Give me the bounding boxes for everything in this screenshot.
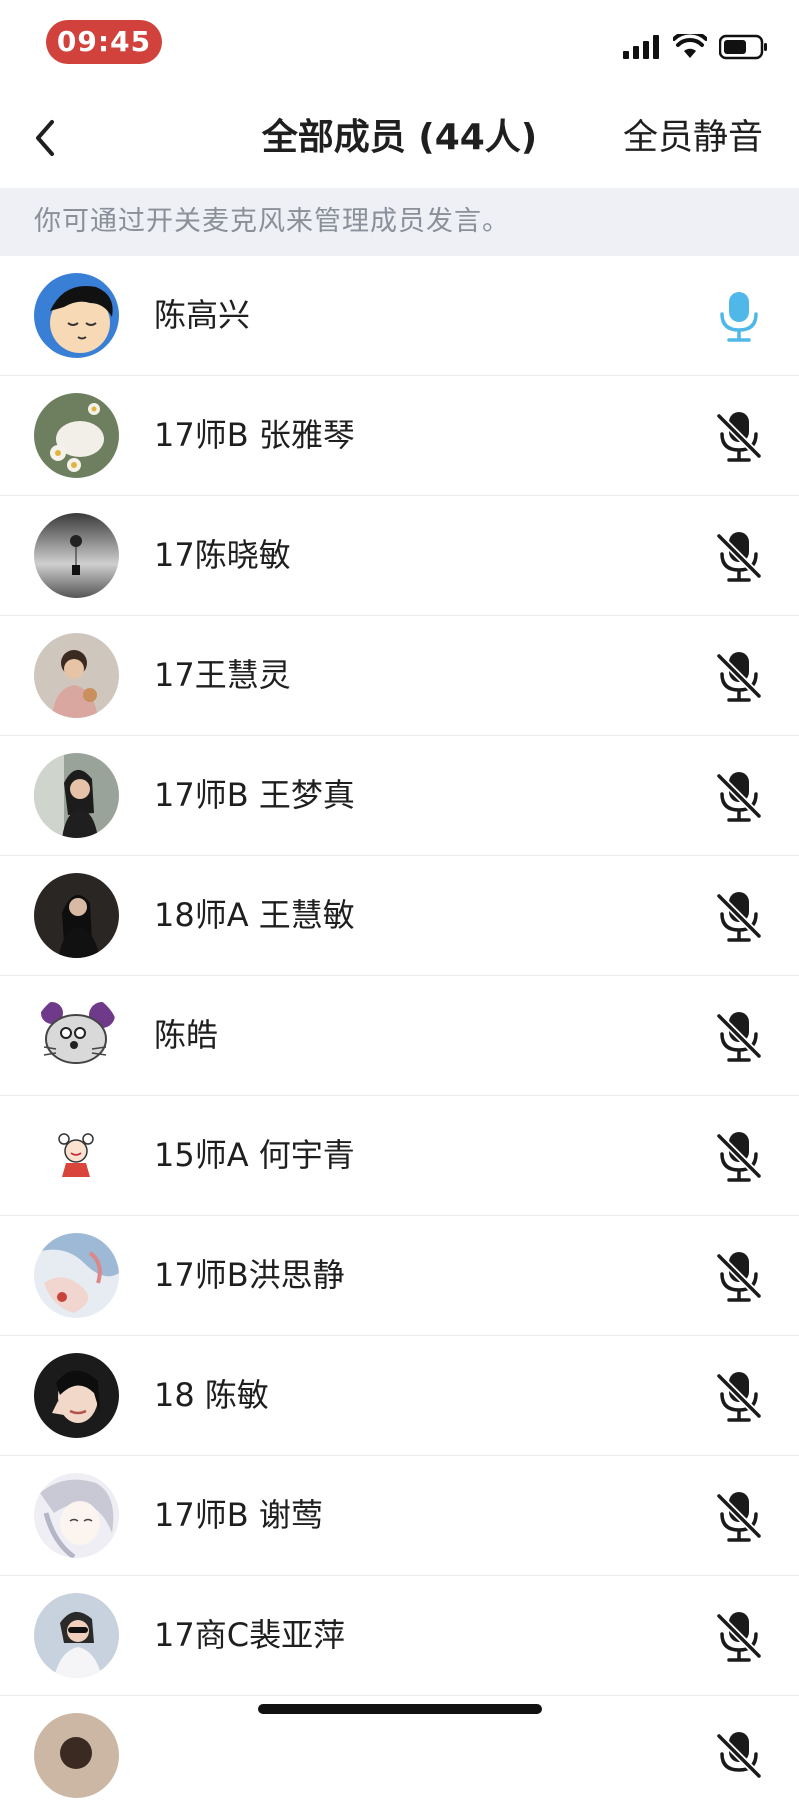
avatar	[34, 993, 119, 1078]
member-row[interactable]: 陈高兴	[0, 256, 799, 376]
avatar	[34, 1233, 119, 1318]
avatar	[34, 1353, 119, 1438]
microphone-muted-icon[interactable]	[709, 1126, 769, 1186]
avatar	[34, 393, 119, 478]
member-row[interactable]: 17师B洪思静	[0, 1216, 799, 1336]
avatar	[34, 1473, 119, 1558]
avatar	[34, 513, 119, 598]
status-icons	[623, 30, 769, 64]
member-name: 18师A 王慧敏	[154, 896, 355, 934]
microphone-muted-icon[interactable]	[709, 1606, 769, 1666]
member-name: 15师A 何宇青	[154, 1136, 355, 1174]
member-row[interactable]: 陈皓	[0, 976, 799, 1096]
avatar	[34, 273, 119, 358]
member-row[interactable]: 17王慧灵	[0, 616, 799, 736]
cellular-signal-icon	[623, 35, 659, 59]
microphone-muted-icon[interactable]	[709, 1006, 769, 1066]
mute-all-button[interactable]: 全员静音	[623, 88, 763, 188]
microphone-muted-icon[interactable]	[709, 526, 769, 586]
tip-banner: 你可通过开关麦克风来管理成员发言。	[0, 188, 799, 256]
battery-icon	[719, 34, 767, 60]
member-list: 陈高兴 17师B 张雅琴 17陈晓敏 17王慧灵 17师B 王梦真 18师A 王…	[0, 256, 799, 1815]
member-row[interactable]: 18 陈敏	[0, 1336, 799, 1456]
member-name: 17师B 谢莺	[154, 1496, 323, 1534]
member-name: 17王慧灵	[154, 656, 291, 694]
wifi-icon	[673, 34, 707, 58]
avatar	[34, 633, 119, 718]
avatar	[34, 873, 119, 958]
member-row[interactable]: 17师B 谢莺	[0, 1456, 799, 1576]
nav-bar: 全部成员 (44人) 全员静音	[0, 88, 799, 188]
member-name: 17师B洪思静	[154, 1256, 345, 1294]
avatar	[34, 1593, 119, 1678]
member-row[interactable]: 17师B 王梦真	[0, 736, 799, 856]
microphone-on-icon[interactable]	[709, 286, 769, 346]
microphone-muted-icon[interactable]	[709, 886, 769, 946]
microphone-muted-icon[interactable]	[709, 1726, 769, 1786]
member-row[interactable]: 18师A 王慧敏	[0, 856, 799, 976]
avatar	[34, 1713, 119, 1798]
member-name: 17师B 王梦真	[154, 776, 355, 814]
member-row[interactable]: 17商C裴亚萍	[0, 1576, 799, 1696]
member-name: 17商C裴亚萍	[154, 1616, 346, 1654]
member-name: 陈高兴	[154, 296, 251, 334]
member-row[interactable]: 17陈晓敏	[0, 496, 799, 616]
avatar	[34, 1113, 119, 1198]
microphone-muted-icon[interactable]	[709, 1366, 769, 1426]
member-row[interactable]: 17师B 张雅琴	[0, 376, 799, 496]
member-row[interactable]: 15师A 何宇青	[0, 1096, 799, 1216]
status-time: 09:45	[46, 20, 162, 64]
microphone-muted-icon[interactable]	[709, 406, 769, 466]
member-name: 17陈晓敏	[154, 536, 291, 574]
microphone-muted-icon[interactable]	[709, 1246, 769, 1306]
avatar	[34, 753, 119, 838]
status-bar: 09:45	[0, 0, 799, 88]
member-name: 17师B 张雅琴	[154, 416, 355, 454]
home-indicator	[258, 1704, 542, 1714]
microphone-muted-icon[interactable]	[709, 766, 769, 826]
microphone-muted-icon[interactable]	[709, 1486, 769, 1546]
member-name: 陈皓	[154, 1016, 219, 1054]
microphone-muted-icon[interactable]	[709, 646, 769, 706]
member-name: 18 陈敏	[154, 1376, 269, 1414]
